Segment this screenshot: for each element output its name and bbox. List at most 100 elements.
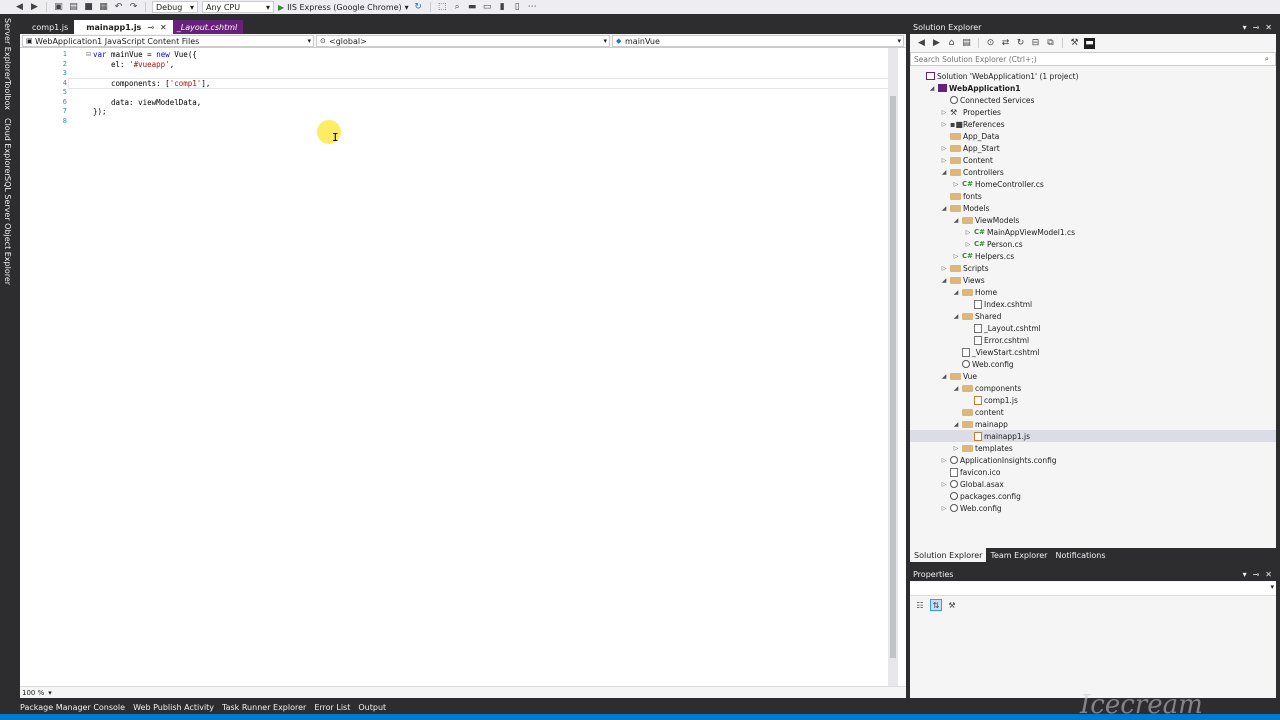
close-icon[interactable]: ✕ [160,23,167,32]
save-all-icon[interactable]: ▦ [98,2,109,13]
tree-item[interactable]: ◢ Controllers [910,166,1276,178]
pin-icon[interactable]: ⊸ [147,23,154,32]
toolbar-overflow-icon[interactable]: ⋯ [527,2,538,13]
open-file-icon[interactable]: ▤ [68,2,79,13]
expand-arrow-icon[interactable]: ▷ [940,505,948,512]
new-project-icon[interactable]: ▣ [53,2,64,13]
expand-arrow-icon[interactable]: ▷ [964,241,972,248]
sync-icon[interactable]: ⇄ [1000,38,1011,49]
expand-arrow-icon[interactable]: ▷ [940,109,948,116]
close-icon[interactable]: ✕ [1265,23,1272,32]
refresh-icon[interactable]: ↻ [1015,38,1026,49]
tree-item[interactable]: mainapp1.js [910,430,1276,442]
uncomment-icon[interactable]: ▭ [482,2,493,13]
start-debugging-button[interactable]: ▶ IIS Express (Google Chrome) ▾ [278,3,409,12]
code-editor[interactable]: 1 2 3 4 5 6 7 8 ⊟ var mainVue = new Vue(… [20,48,906,686]
tree-item[interactable]: comp1.js [910,394,1276,406]
sql-server-object-explorer-tab[interactable]: SQL Server Object Explorer [3,176,12,285]
property-pages-icon[interactable]: ⚒ [946,599,958,611]
expand-arrow-icon[interactable]: ▷ [964,229,972,236]
tree-item[interactable]: ◢ Shared [910,310,1276,322]
save-icon[interactable]: ■ [83,2,94,13]
expand-arrow-icon[interactable]: ▷ [952,445,960,452]
tree-item[interactable]: ▷ App_Start [910,142,1276,154]
tree-item[interactable]: Solution 'WebApplication1' (1 project) [910,70,1276,82]
collapse-arrow-icon[interactable]: ◢ [940,169,948,176]
collapse-all-icon[interactable]: ⊟ [1030,38,1041,49]
tree-item[interactable]: ◢ Models [910,202,1276,214]
window-menu-icon[interactable]: ▾ [1243,23,1247,32]
tree-item[interactable]: App_Data [910,130,1276,142]
properties-icon[interactable]: ⚒ [1069,38,1080,49]
tree-item[interactable]: ▷ Web.config [910,502,1276,514]
tree-item[interactable]: ▷ C# Helpers.cs [910,250,1276,262]
home-icon[interactable]: ⌂ [946,38,957,49]
tree-item[interactable]: _Layout.cshtml [910,322,1276,334]
expand-arrow-icon[interactable]: ▷ [940,121,948,128]
tree-item[interactable]: Index.cshtml [910,298,1276,310]
tree-item[interactable]: ▷ ▪■ References [910,118,1276,130]
zoom-level[interactable]: 100 % [22,689,44,697]
next-bookmark-icon[interactable]: ▯ [512,2,523,13]
collapse-arrow-icon[interactable]: ◢ [952,289,960,296]
tree-item[interactable]: ▷ templates [910,442,1276,454]
collapse-icon[interactable]: ⊟ [86,51,91,58]
tab-mainapp1-js[interactable]: mainapp1.js ⊸ ✕ [74,20,173,34]
tree-item[interactable]: ◢ Home [910,286,1276,298]
back-icon[interactable]: ◀ [916,38,927,49]
pin-icon[interactable]: ⊸ [1253,570,1260,579]
tree-item[interactable]: ◢ components [910,382,1276,394]
preview-icon[interactable]: ▬ [1084,37,1095,49]
member-dropdown[interactable]: ◆ mainVue ▾ [612,35,904,47]
bookmark-icon[interactable]: ▮ [497,2,508,13]
solution-config-dropdown[interactable]: Debug ▾ [152,1,198,13]
expand-arrow-icon[interactable]: ▷ [940,145,948,152]
tree-item[interactable]: packages.config [910,490,1276,502]
tab-output[interactable]: Output [358,703,386,712]
pending-changes-filter-icon[interactable]: ⊙ [985,38,996,49]
window-menu-icon[interactable]: ▾ [1243,570,1247,579]
tree-item[interactable]: Web.config [910,358,1276,370]
properties-object-dropdown[interactable]: ▾ [910,582,1276,596]
alphabetical-icon[interactable]: ⇅ [930,599,942,611]
tree-item[interactable]: ◢ Views [910,274,1276,286]
tab-error-list[interactable]: Error List [314,703,350,712]
find-icon[interactable]: ⌕ [452,2,463,13]
close-icon[interactable]: ✕ [1265,570,1272,579]
tab-solution-explorer[interactable]: Solution Explorer [910,548,987,562]
expand-arrow-icon[interactable]: ▷ [940,265,948,272]
tab-team-explorer[interactable]: Team Explorer [986,548,1051,562]
expand-arrow-icon[interactable]: ▷ [952,181,960,188]
tab-comp1-js[interactable]: comp1.js [20,20,74,34]
solution-explorer-search-input[interactable]: Search Solution Explorer (Ctrl+;) ⌕ [910,52,1276,66]
tab-notifications[interactable]: Notifications [1051,548,1109,562]
categorized-icon[interactable]: ☷ [914,599,926,611]
comment-icon[interactable]: ▬ [467,2,478,13]
toolbox-tab[interactable]: Toolbox [3,80,12,110]
tree-item[interactable]: ▷ C# Person.cs [910,238,1276,250]
tree-item[interactable]: content [910,406,1276,418]
tree-item[interactable]: ▷ C# MainAppViewModel1.cs [910,226,1276,238]
tree-item[interactable]: ▷ C# HomeController.cs [910,178,1276,190]
tab-web-publish-activity[interactable]: Web Publish Activity [133,703,214,712]
search-icon[interactable]: ⌕ [1265,54,1269,64]
tree-item[interactable]: ▷ ⚒ Properties [910,106,1276,118]
collapse-arrow-icon[interactable]: ◢ [952,385,960,392]
platform-dropdown[interactable]: Any CPU ▾ [202,1,274,13]
forward-icon[interactable]: ▶ [29,2,40,13]
collapse-arrow-icon[interactable]: ◢ [940,373,948,380]
collapse-arrow-icon[interactable]: ◢ [952,313,960,320]
chevron-down-icon[interactable]: ▾ [48,689,52,697]
pin-icon[interactable]: ⊸ [1253,23,1260,32]
forward-icon[interactable]: ▶ [931,38,942,49]
tree-item[interactable]: ◢ ViewModels [910,214,1276,226]
tree-item[interactable]: ◢ Vue [910,370,1276,382]
tree-item[interactable]: Error.cshtml [910,334,1276,346]
tab-layout-cshtml[interactable]: _Layout.cshtml [172,20,244,34]
tree-item[interactable]: favicon.ico [910,466,1276,478]
tree-item[interactable]: Connected Services [910,94,1276,106]
project-dropdown[interactable]: ▣ WebApplication1 JavaScript Content Fil… [22,35,314,47]
collapse-arrow-icon[interactable]: ◢ [928,85,936,92]
expand-arrow-icon[interactable]: ▷ [952,253,960,260]
editor-vertical-scrollbar[interactable] [888,48,898,686]
